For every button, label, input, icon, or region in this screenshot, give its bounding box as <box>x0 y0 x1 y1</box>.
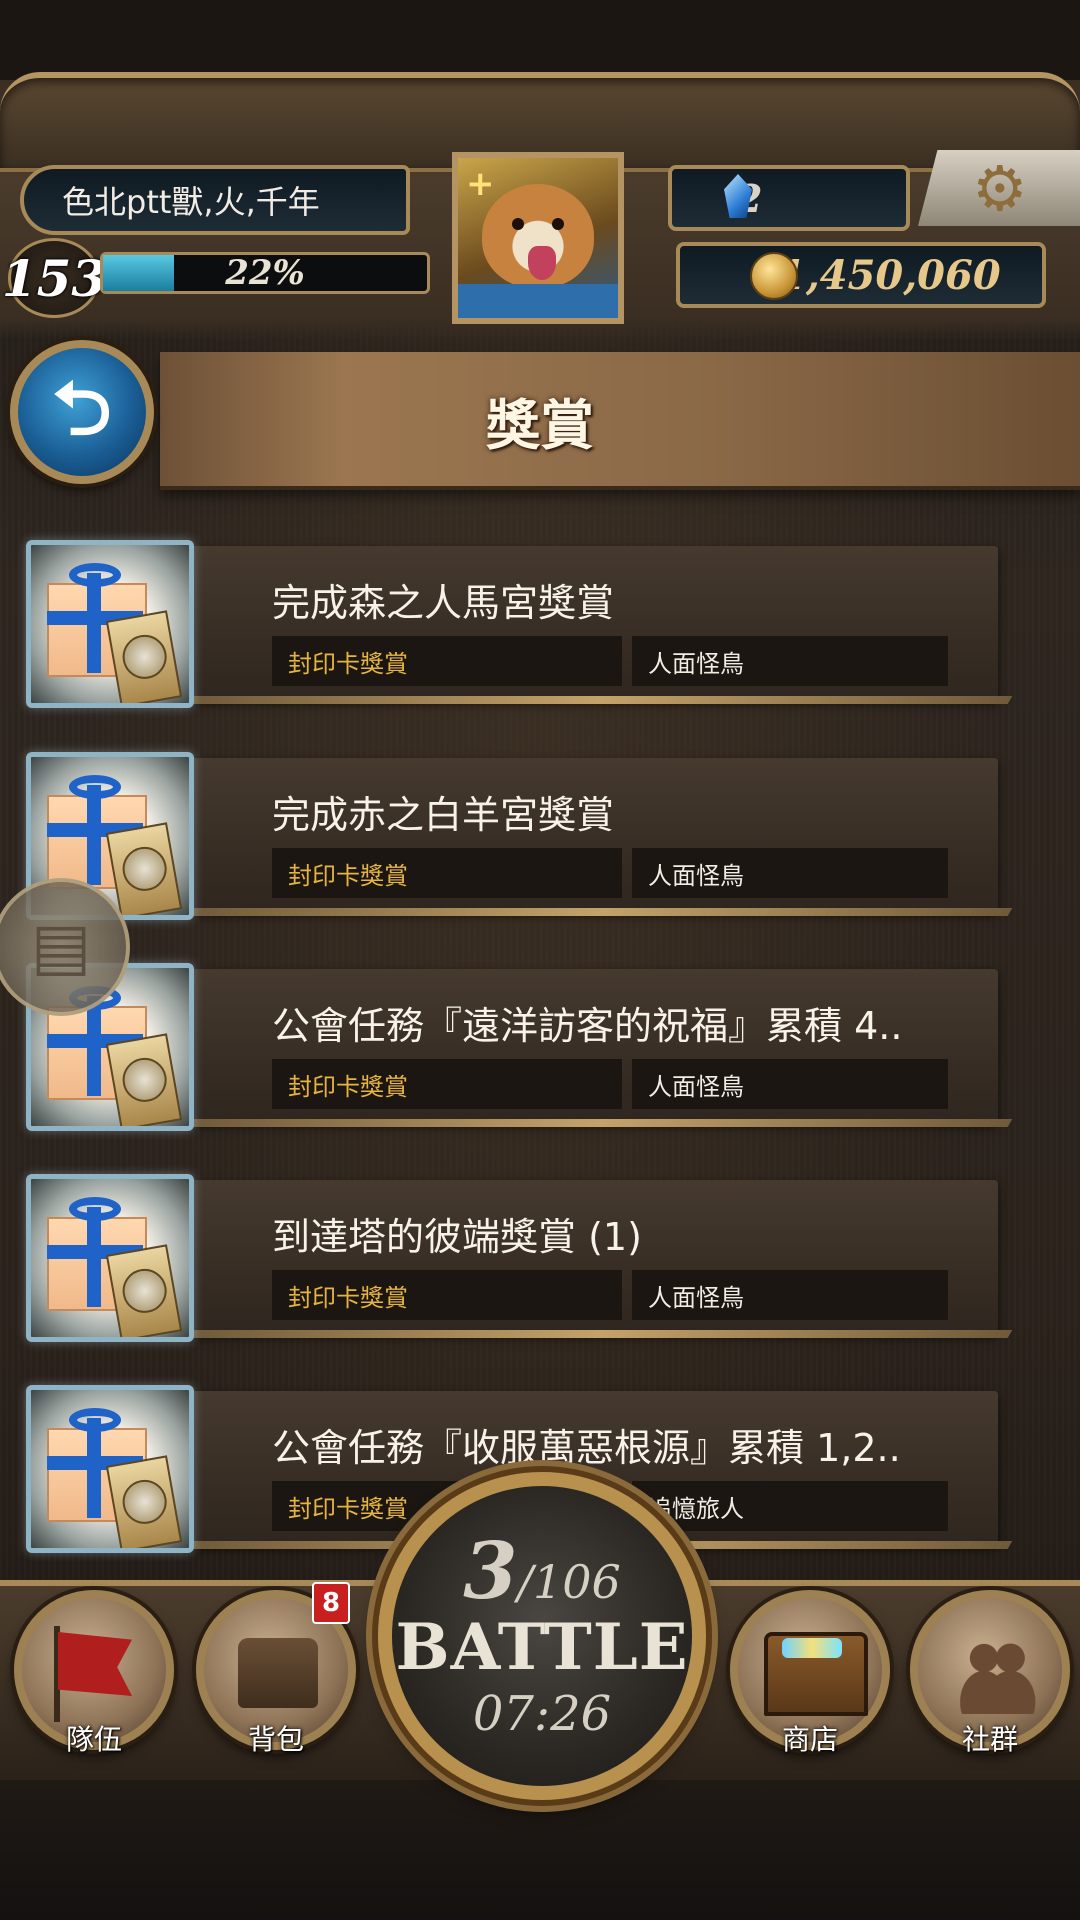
bag-icon <box>238 1638 318 1708</box>
reward-source: 人面怪鳥 <box>632 1059 948 1109</box>
gift-box-icon <box>26 1174 194 1342</box>
reward-row[interactable]: 完成森之人馬宮獎賞 封印卡獎賞 人面怪鳥 <box>0 540 1080 710</box>
battle-current: 3 <box>463 1526 518 1617</box>
coin-count: 1,450,060 <box>778 251 1001 299</box>
reward-title: 完成赤之白羊宮獎賞 <box>272 793 615 837</box>
avatar-portrait <box>482 184 594 288</box>
reward-row[interactable]: 到達塔的彼端獎賞 (1) 封印卡獎賞 人面怪鳥 <box>0 1174 1080 1344</box>
avatar-eye <box>552 218 564 230</box>
back-arrow-icon: ⮌ <box>52 366 112 452</box>
scroll-list-icon: ▤ <box>30 910 92 984</box>
reward-title: 到達塔的彼端獎賞 (1) <box>272 1215 642 1259</box>
seal-card-icon <box>105 1455 183 1548</box>
reward-type: 封印卡獎賞 <box>272 1059 622 1109</box>
reward-row-trim <box>187 1330 1013 1338</box>
reward-source: 人面怪鳥 <box>632 848 948 898</box>
battle-timer: 07:26 <box>472 1686 612 1742</box>
battle-separator: / <box>517 1555 533 1609</box>
chest-gems <box>782 1638 842 1658</box>
reward-title: 完成森之人馬宮獎賞 <box>272 581 615 625</box>
reward-title: 公會任務『遠洋訪客的祝福』累積 4.. <box>272 1004 903 1048</box>
people-icon <box>956 1634 1036 1714</box>
team-label: 隊伍 <box>65 1723 122 1756</box>
player-name-plate: 色北ptt獸,火,千年 <box>20 165 410 235</box>
reward-row-trim <box>187 908 1013 916</box>
battle-total: 106 <box>532 1555 621 1609</box>
avatar-mouth <box>528 246 556 280</box>
exp-percent: 22% <box>225 253 305 293</box>
avatar-eye <box>512 218 524 230</box>
player-level: 153 <box>1 248 107 308</box>
reward-type: 封印卡獎賞 <box>272 848 622 898</box>
reward-row-trim <box>187 1119 1013 1127</box>
social-label: 社群 <box>961 1723 1018 1756</box>
avatar-scarf <box>458 284 618 318</box>
player-avatar[interactable]: + <box>452 152 624 324</box>
plus-icon: + <box>466 164 495 204</box>
bag-label: 背包 <box>247 1723 304 1756</box>
reward-source: 追憶旅人 <box>632 1481 948 1531</box>
reward-row-trim <box>187 696 1013 704</box>
gem-counter[interactable]: 2 <box>668 165 910 231</box>
flag-icon <box>58 1632 132 1696</box>
back-button[interactable]: ⮌ <box>10 340 154 484</box>
reward-type: 封印卡獎賞 <box>272 636 622 686</box>
bottom-shade <box>0 1780 1080 1920</box>
coin-counter[interactable]: 1,450,060 <box>676 242 1046 308</box>
exp-bar: 22% <box>100 252 430 294</box>
shop-label: 商店 <box>781 1723 838 1756</box>
gold-coin-icon <box>750 252 798 300</box>
reward-row[interactable]: 完成赤之白羊宮獎賞 封印卡獎賞 人面怪鳥 <box>0 752 1080 922</box>
gift-box-icon <box>26 1385 194 1553</box>
seal-card-icon <box>105 1244 183 1337</box>
seal-card-icon <box>105 1033 183 1126</box>
reward-row[interactable]: 公會任務『遠洋訪客的祝福』累積 4.. 封印卡獎賞 人面怪鳥 <box>0 963 1080 1133</box>
seal-card-icon <box>105 610 183 703</box>
reward-type: 封印卡獎賞 <box>272 1270 622 1320</box>
gift-box-icon <box>26 540 194 708</box>
battle-label: BATTLE <box>395 1610 689 1685</box>
level-badge: 153 <box>2 238 106 318</box>
reward-title: 公會任務『收服萬惡根源』累積 1,2.. <box>272 1426 901 1470</box>
reward-source: 人面怪鳥 <box>632 1270 948 1320</box>
seal-card-icon <box>105 822 183 915</box>
battle-stamina: 3/106 <box>378 1526 706 1617</box>
reward-source: 人面怪鳥 <box>632 636 948 686</box>
bag-notification-badge: 8 <box>312 1582 350 1624</box>
gear-icon[interactable]: ⚙ <box>972 158 1028 220</box>
page-title: 獎賞 <box>486 393 594 457</box>
player-name: 色北ptt獸,火,千年 <box>62 183 320 221</box>
